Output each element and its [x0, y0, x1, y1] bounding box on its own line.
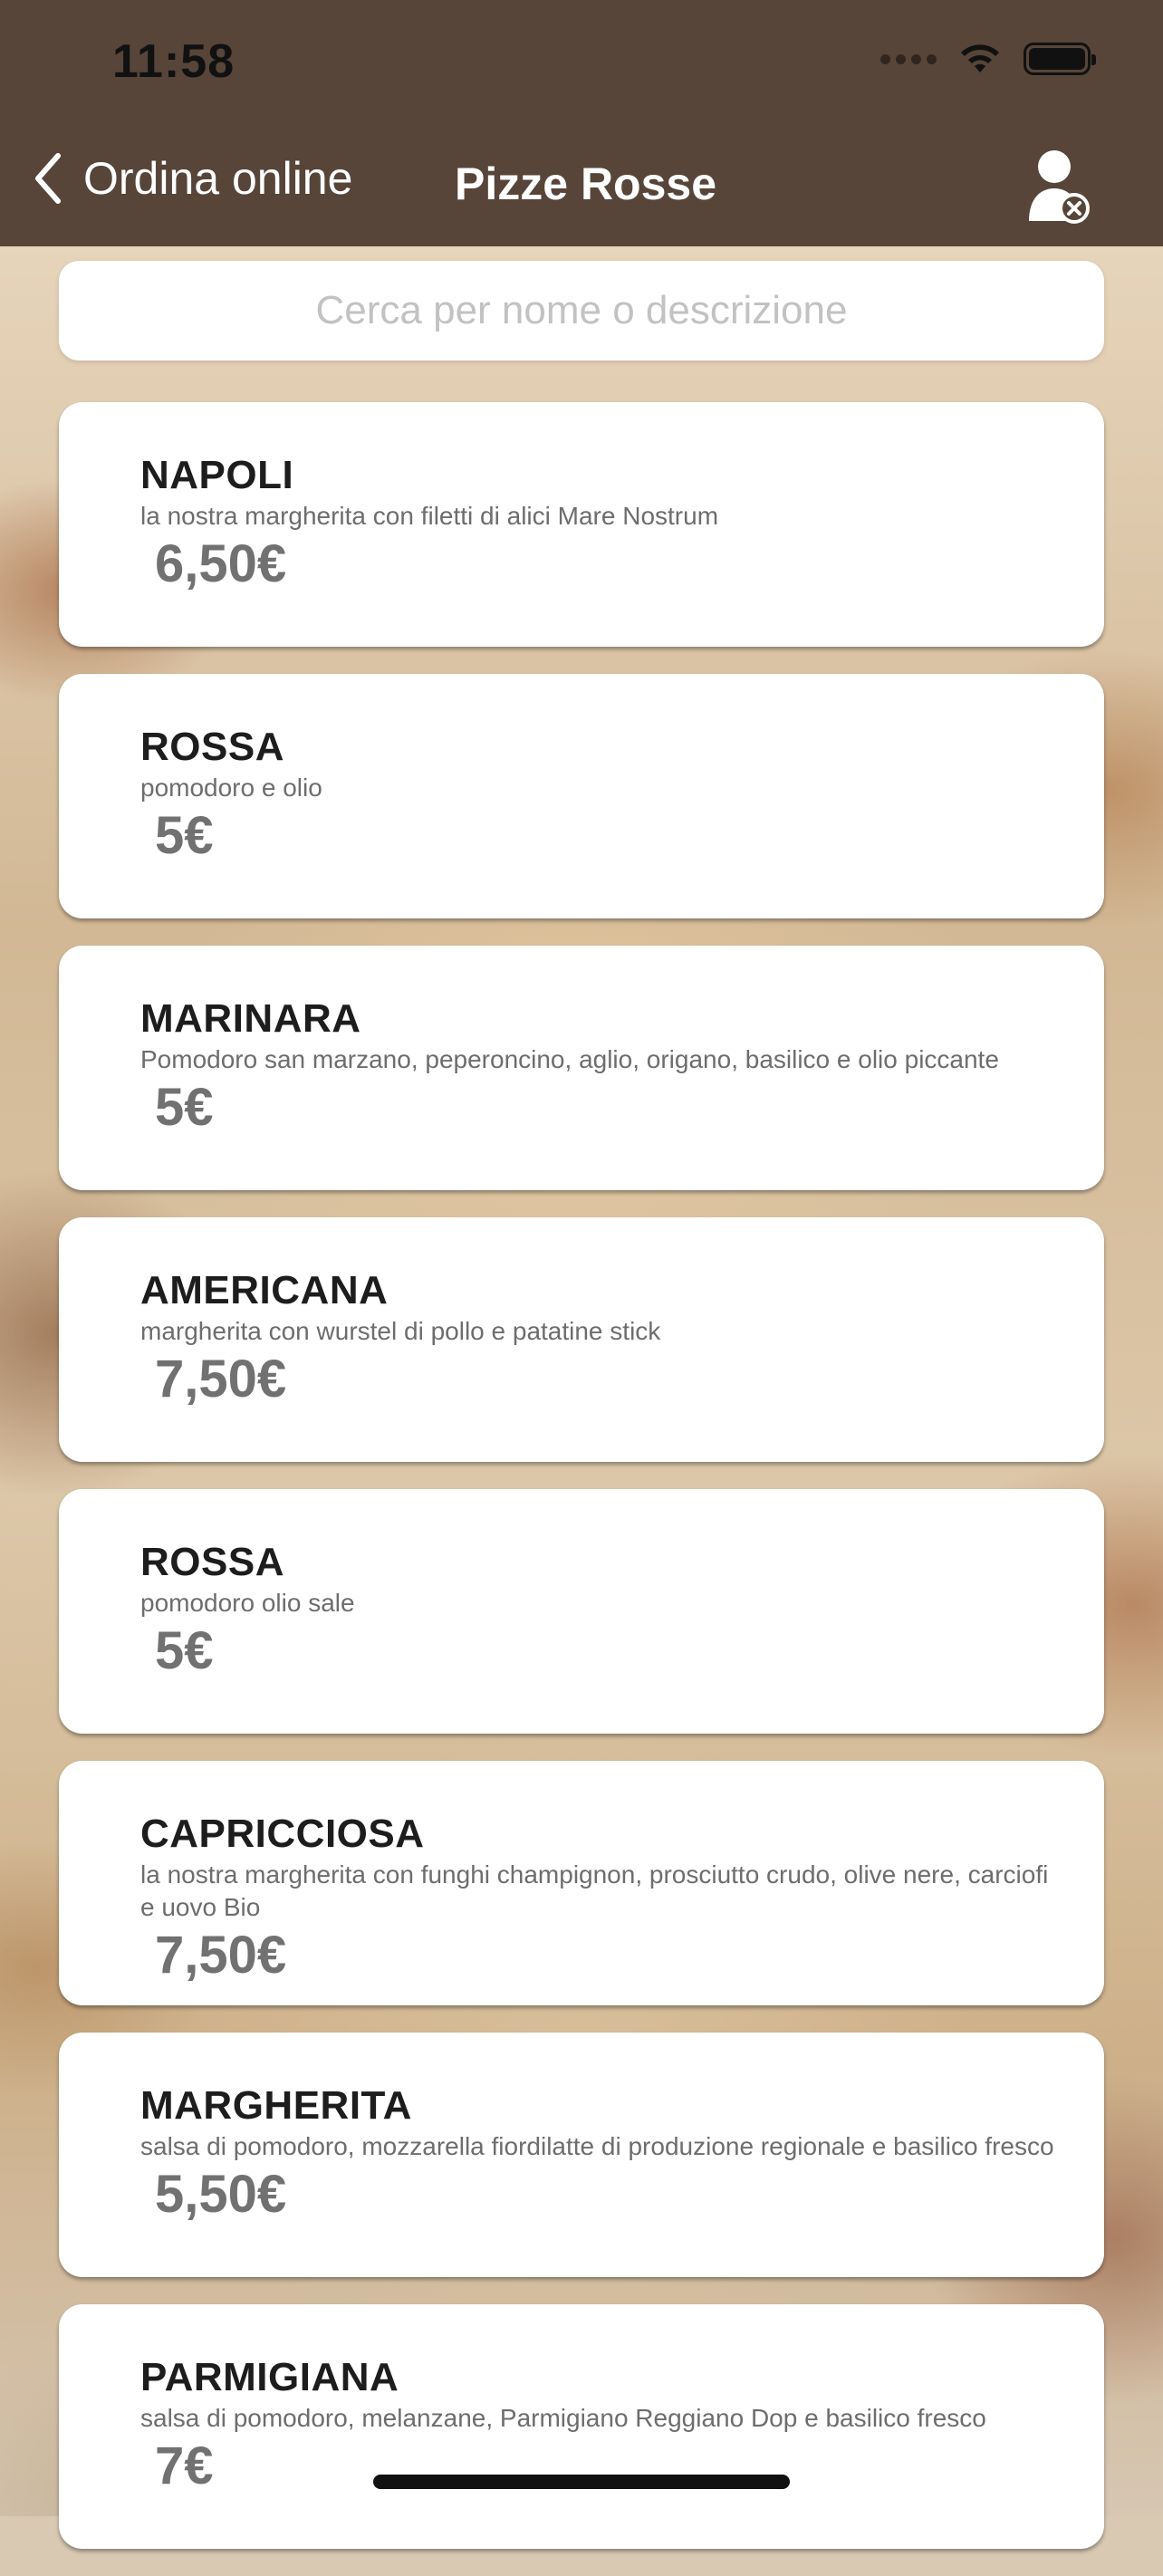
search-bar — [59, 260, 1104, 361]
item-price: 6,50€ — [155, 534, 287, 593]
menu-list: NAPOLI la nostra margherita con filetti … — [59, 402, 1104, 2576]
item-name: AMERICANA — [140, 1268, 389, 1312]
item-name: ROSSA — [140, 1540, 284, 1584]
home-indicator — [373, 2475, 790, 2489]
item-price: 5,50€ — [155, 2165, 287, 2224]
search-input[interactable] — [59, 260, 1104, 361]
item-name: MARINARA — [140, 996, 361, 1041]
item-description: salsa di pomodoro, melanzane, Parmigiano… — [140, 2404, 986, 2432]
item-name: NAPOLI — [140, 453, 294, 497]
menu-item-card[interactable]: AMERICANA margherita con wurstel di poll… — [59, 1217, 1104, 1462]
status-time: 11:58 — [112, 35, 235, 88]
item-price: 5€ — [155, 1078, 214, 1137]
menu-item-card[interactable]: ROSSA pomodoro olio sale 5€ — [59, 1489, 1104, 1734]
chevron-left-icon — [35, 153, 61, 204]
menu-item-card[interactable]: NAPOLI la nostra margherita con filetti … — [59, 402, 1104, 647]
item-description: pomodoro olio sale — [140, 1589, 355, 1617]
item-description: la nostra margherita con filetti di alic… — [140, 502, 719, 530]
menu-item-card[interactable]: PARMIGIANA salsa di pomodoro, melanzane,… — [59, 2304, 1104, 2549]
menu-item-card[interactable]: ROSSA pomodoro e olio 5€ — [59, 674, 1104, 918]
battery-icon — [1024, 43, 1096, 75]
item-name: MARGHERITA — [140, 2083, 412, 2128]
item-name: CAPRICCIOSA — [140, 1812, 425, 1856]
item-price: 5€ — [155, 1621, 214, 1680]
item-price: 7,50€ — [155, 1926, 287, 1985]
nav-header: 11:58 Ordina online Pizze Rosse — [0, 0, 1163, 246]
item-description: margherita con wurstel di pollo e patati… — [140, 1317, 661, 1345]
item-price: 5€ — [155, 806, 214, 865]
item-description: Pomodoro san marzano, peperoncino, aglio… — [140, 1045, 999, 1073]
item-price: 7,50€ — [155, 1350, 287, 1408]
user-remove-button[interactable] — [1025, 149, 1091, 225]
status-icons — [880, 42, 1096, 76]
item-name: ROSSA — [140, 725, 284, 769]
signal-dots-icon — [880, 53, 937, 64]
item-name: PARMIGIANA — [140, 2355, 399, 2399]
menu-item-card[interactable]: MARINARA Pomodoro san marzano, peperonci… — [59, 946, 1104, 1190]
item-description: pomodoro e olio — [140, 774, 322, 802]
item-description: la nostra margherita con funghi champign… — [140, 1860, 1049, 1921]
user-remove-icon — [1029, 150, 1090, 224]
menu-item-card[interactable]: CAPRICCIOSA la nostra margherita con fun… — [59, 1761, 1104, 2005]
back-button[interactable]: Ordina online — [33, 152, 352, 205]
back-button-label: Ordina online — [83, 153, 353, 204]
page-title: Pizze Rosse — [455, 159, 717, 209]
item-description: salsa di pomodoro, mozzarella fiordilatt… — [140, 2132, 1054, 2160]
wifi-icon — [961, 44, 999, 72]
menu-item-card[interactable]: MARGHERITA salsa di pomodoro, mozzarella… — [59, 2033, 1104, 2277]
